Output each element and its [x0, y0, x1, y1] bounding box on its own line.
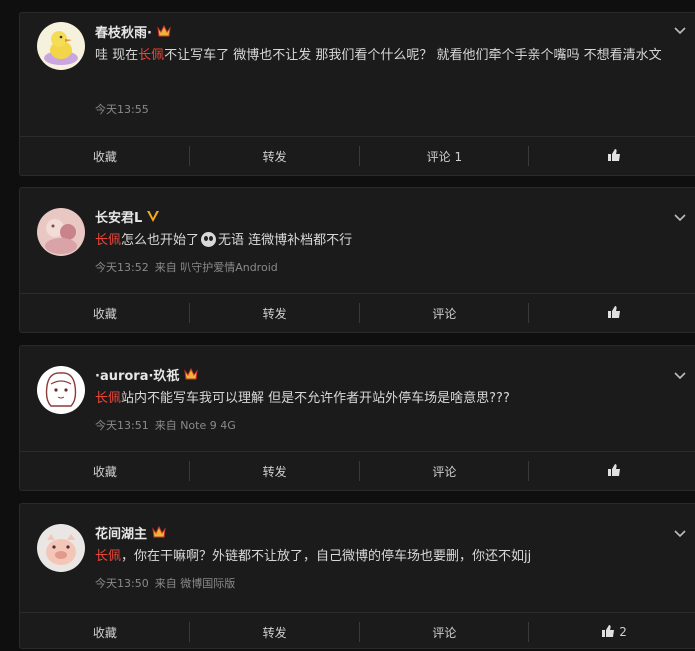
speechless-emoji-icon: [201, 232, 217, 247]
like-button[interactable]: [529, 137, 695, 175]
mention-link[interactable]: 长佩: [95, 391, 121, 406]
repost-button[interactable]: 转发: [190, 613, 360, 651]
action-bar: 收藏 转发 评论: [20, 293, 695, 332]
collect-button[interactable]: 收藏: [20, 294, 190, 332]
comment-text-part: 无语 连微博补档都不行: [218, 233, 353, 248]
collect-label: 收藏: [92, 464, 117, 479]
comment-text: 长佩怎么也开始了 无语 连微博补档都不行: [95, 230, 671, 252]
comment-meta: 今天13:51 来自 Note 9 4G: [95, 417, 236, 433]
comment-card: ·aurora·玖祇 长佩站内不能写车我可以理解 但是不允许作者开站外停车场是啥…: [19, 345, 695, 491]
repost-button[interactable]: 转发: [190, 452, 360, 490]
comment-text-part: 哇 现在: [95, 48, 139, 63]
timestamp: 今天13:52: [95, 261, 149, 274]
like-button[interactable]: [529, 452, 695, 490]
comment-text: 长佩，你在干嘛啊？外链都不让放了，自己微博的停车场也要删，你还不如jj: [95, 546, 671, 568]
comment-text: 长佩站内不能写车我可以理解 但是不允许作者开站外停车场是啥意思???: [95, 388, 671, 410]
thumbs-up-icon: [607, 305, 621, 322]
comment-text-part: 站内不能写车我可以理解 但是不允许作者开站外停车场是啥意思???: [121, 391, 510, 406]
mention-link[interactable]: 长佩: [138, 48, 164, 63]
verified-v-icon: [146, 209, 160, 223]
timestamp: 今天13:50: [95, 577, 149, 590]
comment-meta: 今天13:55: [95, 101, 149, 117]
comment-card: 花间湖主 长佩，你在干嘛啊？外链都不让放了，自己微博的停车场也要删，你还不如jj…: [19, 503, 695, 649]
username-row: 花间湖主: [95, 522, 167, 542]
chevron-down-icon[interactable]: [671, 21, 689, 39]
username-row: 春枝秋雨·: [95, 21, 172, 41]
comment-card: 春枝秋雨· 哇 现在长佩不让写车了 微博也不让发 那我们看个什么呢？ 就看他们牵…: [19, 12, 695, 176]
collect-button[interactable]: 收藏: [20, 613, 190, 651]
username-row: ·aurora·玖祇: [95, 364, 199, 384]
collect-label: 收藏: [92, 149, 117, 164]
thumbs-up-icon: [607, 148, 621, 165]
comment-text-part: 怎么也开始了: [121, 233, 200, 248]
comment-meta: 今天13:52 来自 叭守护爱情Android: [95, 259, 278, 275]
timestamp: 今天13:55: [95, 103, 149, 116]
crown-badge-icon: [156, 24, 172, 38]
username-row: 长安君L: [95, 206, 160, 226]
timestamp: 今天13:51: [95, 419, 149, 432]
collect-label: 收藏: [92, 625, 117, 640]
repost-button[interactable]: 转发: [190, 137, 360, 175]
comment-meta: 今天13:50 来自 微博国际版: [95, 575, 235, 591]
comment-label: 评论 1: [426, 149, 463, 164]
avatar[interactable]: [37, 22, 85, 70]
action-bar: 收藏 转发 评论 2: [20, 612, 695, 651]
comment-text-part: ，你在干嘛啊？外链都不让放了，自己微博的停车场也要删，你还不如jj: [121, 549, 532, 564]
source-label[interactable]: 来自 Note 9 4G: [155, 419, 236, 432]
crown-badge-icon: [151, 525, 167, 539]
like-button[interactable]: [529, 294, 695, 332]
collect-button[interactable]: 收藏: [20, 137, 190, 175]
thumbs-up-icon: [607, 463, 621, 480]
avatar[interactable]: [37, 366, 85, 414]
username[interactable]: ·aurora·玖祇: [95, 365, 179, 384]
avatar[interactable]: [37, 524, 85, 572]
repost-button[interactable]: 转发: [190, 294, 360, 332]
chevron-down-icon[interactable]: [671, 366, 689, 384]
collect-label: 收藏: [92, 306, 117, 321]
username[interactable]: 长安君L: [95, 207, 142, 226]
repost-label: 转发: [262, 464, 287, 479]
comment-text-part: 不让写车了 微博也不让发 那我们看个什么呢？ 就看他们牵个手亲个嘴吗 不想看清水…: [164, 48, 662, 63]
like-button[interactable]: 2: [529, 613, 695, 651]
comment-button[interactable]: 评论: [360, 452, 530, 490]
comment-label: 评论: [432, 464, 457, 479]
repost-label: 转发: [262, 149, 287, 164]
like-count: 2: [619, 625, 627, 639]
source-label[interactable]: 来自 叭守护爱情Android: [155, 261, 278, 274]
comment-button[interactable]: 评论: [360, 613, 530, 651]
comment-button[interactable]: 评论: [360, 294, 530, 332]
comment-label: 评论: [432, 306, 457, 321]
mention-link[interactable]: 长佩: [95, 233, 121, 248]
action-bar: 收藏 转发 评论: [20, 451, 695, 490]
source-label[interactable]: 来自 微博国际版: [155, 577, 236, 590]
collect-button[interactable]: 收藏: [20, 452, 190, 490]
crown-badge-icon: [183, 367, 199, 381]
username[interactable]: 春枝秋雨·: [95, 22, 152, 41]
avatar[interactable]: [37, 208, 85, 256]
comment-button[interactable]: 评论 1: [360, 137, 530, 175]
repost-label: 转发: [262, 625, 287, 640]
comment-text: 哇 现在长佩不让写车了 微博也不让发 那我们看个什么呢？ 就看他们牵个手亲个嘴吗…: [95, 45, 671, 67]
thumbs-up-icon: [601, 624, 615, 641]
username[interactable]: 花间湖主: [95, 523, 147, 542]
repost-label: 转发: [262, 306, 287, 321]
comment-label: 评论: [432, 625, 457, 640]
chevron-down-icon[interactable]: [671, 524, 689, 542]
comment-card: 长安君L 长佩怎么也开始了 无语 连微博补档都不行 今天13:52 来自 叭守护爱情…: [19, 187, 695, 333]
mention-link[interactable]: 长佩: [95, 549, 121, 564]
action-bar: 收藏 转发 评论 1: [20, 136, 695, 175]
chevron-down-icon[interactable]: [671, 208, 689, 226]
